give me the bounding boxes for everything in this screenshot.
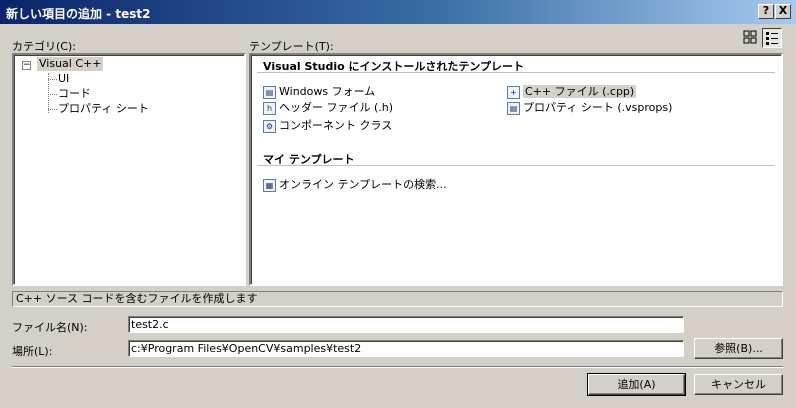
header-file-icon: h [263, 101, 276, 115]
form-icon: ▤ [263, 85, 276, 99]
browse-button[interactable]: 参照(B)... [694, 338, 783, 359]
templates-list[interactable]: Visual Studio にインストールされたテンプレート ▤ Windows … [249, 53, 783, 286]
tree-branch [48, 109, 57, 110]
close-button[interactable]: X [775, 4, 791, 19]
cancel-button[interactable]: キャンセル [694, 374, 783, 395]
tree-branch [48, 94, 57, 95]
large-icons-view-button[interactable] [740, 28, 760, 48]
template-item[interactable]: ▤ Windows フォーム [263, 84, 375, 100]
tree-branch [48, 79, 57, 80]
template-item[interactable]: ▦ オンライン テンプレートの検索... [263, 177, 447, 193]
property-sheet-icon: ▤ [507, 101, 520, 115]
group-divider [257, 165, 775, 166]
tree-item-ui[interactable]: UI [58, 72, 69, 86]
template-item[interactable]: h ヘッダー ファイル (.h) [263, 100, 393, 116]
categories-tree[interactable]: − Visual C++ UI コード プロパティ シート [12, 53, 246, 286]
location-input[interactable]: c:¥Program Files¥OpenCV¥samples¥test2 [128, 340, 684, 357]
window-title: 新しい項目の追加 - test2 [6, 7, 151, 21]
title-bar: 新しい項目の追加 - test2 ? X [0, 0, 796, 24]
small-icons-view-button[interactable] [762, 28, 782, 48]
template-item-selected[interactable]: + C++ ファイル (.cpp) [507, 84, 637, 100]
separator [12, 366, 783, 368]
collapse-icon[interactable]: − [22, 61, 31, 70]
online-search-icon: ▦ [263, 178, 276, 192]
group-divider [257, 72, 775, 73]
template-description: C++ ソース コードを含むファイルを作成します [12, 291, 783, 307]
component-class-icon: ⚙ [263, 119, 276, 133]
file-name-input[interactable]: test2.c [128, 316, 684, 333]
categories-label: カテゴリ(C): [12, 40, 76, 53]
tree-item-visual-cpp[interactable]: Visual C++ [37, 57, 104, 71]
file-name-label: ファイル名(N): [12, 321, 88, 334]
small-icons-view-icon [766, 32, 778, 45]
tree-item-property-sheet[interactable]: プロパティ シート [58, 102, 149, 116]
tree-item-code[interactable]: コード [58, 87, 91, 101]
templates-label: テンプレート(T): [249, 40, 334, 53]
help-button[interactable]: ? [758, 4, 774, 19]
template-item[interactable]: ▤ プロパティ シート (.vsprops) [507, 100, 672, 116]
add-button[interactable]: 追加(A) [587, 373, 686, 396]
location-label: 場所(L): [12, 345, 53, 358]
cpp-file-icon: + [507, 85, 520, 99]
large-icons-view-icon [743, 30, 757, 44]
template-item[interactable]: ⚙ コンポーネント クラス [263, 118, 392, 134]
